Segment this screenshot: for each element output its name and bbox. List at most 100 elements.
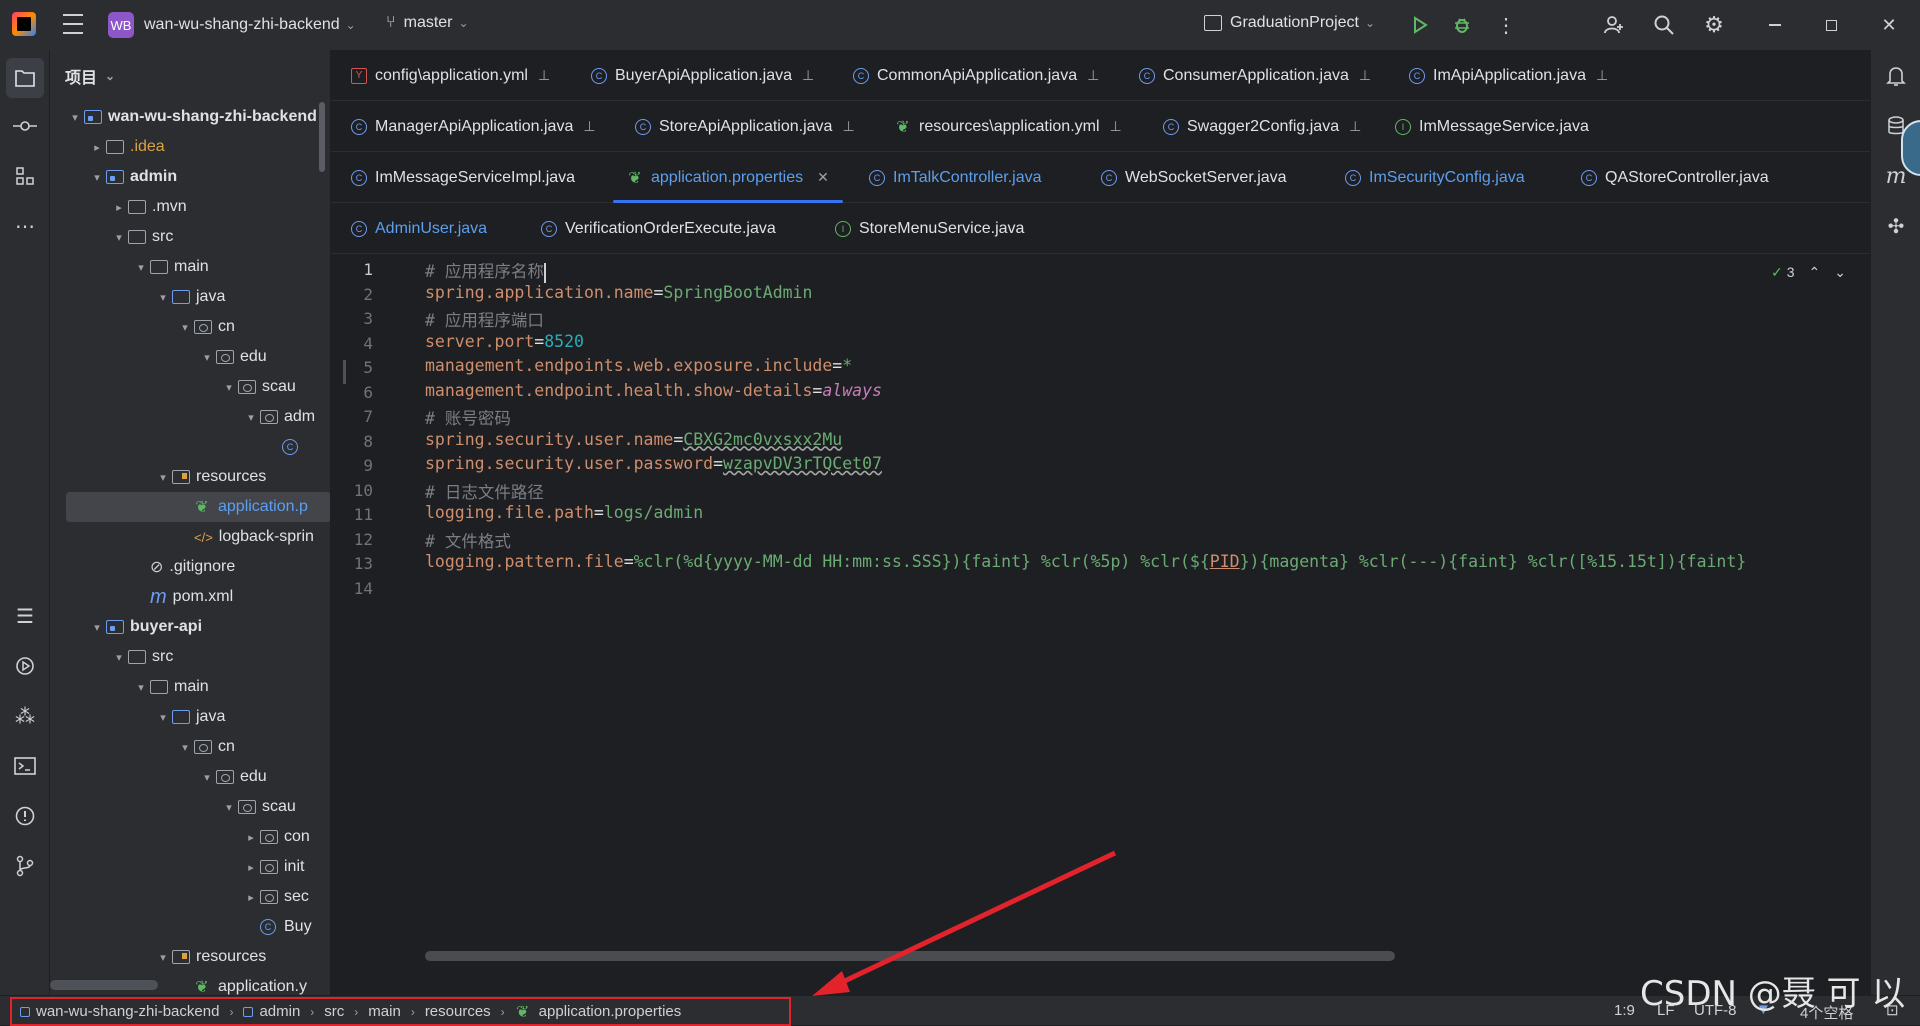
restore-icon[interactable] <box>1816 13 1846 37</box>
tab-config-application-yml[interactable]: Yconfig\application.yml ⊥ <box>351 50 550 101</box>
collapse-arrow-icon[interactable]: ▸ <box>242 831 260 844</box>
tab-websocket-server[interactable]: C WebSocketServer.java <box>1101 152 1287 203</box>
app-logo-icon[interactable] <box>12 12 36 36</box>
more-actions-icon[interactable]: ⋮ <box>1494 13 1518 37</box>
notifications-bell-icon[interactable] <box>1871 56 1920 96</box>
code-line[interactable]: # 文件格式 <box>425 528 511 552</box>
code-line[interactable]: logging.file.path=logs/admin <box>425 503 703 522</box>
pin-icon[interactable]: ⊥ <box>1087 67 1099 84</box>
breadcrumb-item[interactable]: ❦ application.properties <box>515 1003 681 1021</box>
tree-scrollbar[interactable] <box>319 102 325 172</box>
expand-arrow-icon[interactable]: ▾ <box>154 711 172 724</box>
project-selector[interactable]: WB wan-wu-shang-zhi-backend ⌄ <box>108 12 356 38</box>
tree-item[interactable]: ❦ application.p <box>66 492 330 522</box>
collapse-arrow-icon[interactable]: ▸ <box>242 891 260 904</box>
add-user-icon[interactable] <box>1602 13 1626 37</box>
expand-arrow-icon[interactable]: ▾ <box>154 291 172 304</box>
settings-gear-icon[interactable]: ⚙ <box>1702 12 1726 37</box>
code-line[interactable]: # 应用程序端口 <box>425 307 544 331</box>
tree-item[interactable]: ▾ buyer-api <box>50 612 330 642</box>
expand-arrow-icon[interactable]: ▾ <box>132 681 150 694</box>
expand-arrow-icon[interactable]: ▾ <box>88 621 106 634</box>
ai-assistant-icon[interactable]: ✣ <box>1871 206 1920 246</box>
tab-buyer-api-application[interactable]: C BuyerApiApplication.java ⊥ <box>591 50 814 101</box>
tree-item[interactable]: ▸ init <box>50 852 330 882</box>
code-editor[interactable]: 1 2 3 4 5 6 7 8 9 10 11 12 13 14 # 应用程序名称 spring.appli… <box>331 254 1870 964</box>
collapse-arrow-icon[interactable]: ▸ <box>242 861 260 874</box>
pin-icon[interactable]: ⊥ <box>1110 118 1122 135</box>
tree-item[interactable]: ▸ .idea <box>50 132 330 162</box>
inspection-widget[interactable]: ✓ 3 ⌃ ⌄ <box>1771 258 1846 286</box>
tree-item[interactable]: ▾ scau <box>50 792 330 822</box>
expand-arrow-icon[interactable]: ▾ <box>220 801 238 814</box>
expand-arrow-icon[interactable]: ▾ <box>132 261 150 274</box>
tab-application-properties[interactable]: ❦ application.properties ✕ <box>613 152 843 203</box>
tab-resources-application-yml[interactable]: ❦ resources\application.yml ⊥ <box>895 101 1122 152</box>
pin-icon[interactable]: ⊥ <box>802 67 814 84</box>
expand-arrow-icon[interactable]: ▾ <box>66 111 84 124</box>
caret-position[interactable]: 1:9 <box>1614 1002 1635 1019</box>
code-line[interactable]: server.port=8520 <box>425 332 584 351</box>
pin-icon[interactable]: ⊥ <box>1596 67 1608 84</box>
chevron-up-icon[interactable]: ⌃ <box>1809 264 1821 281</box>
tree-item[interactable]: ▾ adm <box>50 402 330 432</box>
breadcrumb-item[interactable]: src <box>324 1003 344 1020</box>
tree-item[interactable]: ⊘ .gitignore <box>50 552 330 582</box>
chevron-down-icon[interactable]: ⌄ <box>1834 264 1846 281</box>
expand-arrow-icon[interactable]: ▾ <box>176 741 194 754</box>
minimize-icon[interactable] <box>1760 13 1790 37</box>
tab-im-security-config[interactable]: C ImSecurityConfig.java <box>1345 152 1525 203</box>
tab-im-message-service[interactable]: I ImMessageService.java <box>1395 101 1589 152</box>
project-panel-header[interactable]: 项目 ⌄ <box>50 50 330 102</box>
code-line[interactable]: # 应用程序名称 <box>425 258 546 283</box>
pin-icon[interactable]: ⊥ <box>1359 67 1371 84</box>
tree-item[interactable]: ▾ wan-wu-shang-zhi-backend <box>50 102 330 132</box>
tab-common-api-application[interactable]: C CommonApiApplication.java ⊥ <box>853 50 1099 101</box>
tree-item[interactable]: C <box>50 432 330 462</box>
tree-item[interactable]: ▾ java <box>50 282 330 312</box>
tab-manager-api-application[interactable]: C ManagerApiApplication.java ⊥ <box>351 101 596 152</box>
tree-item[interactable]: ▾ resources <box>50 942 330 972</box>
tab-verification-order-execute[interactable]: C VerificationOrderExecute.java <box>541 203 776 254</box>
expand-arrow-icon[interactable]: ▾ <box>110 231 128 244</box>
tree-item[interactable]: ▸ sec <box>50 882 330 912</box>
tree-item[interactable]: ▾ src <box>50 222 330 252</box>
code-line[interactable]: spring.application.name=SpringBootAdmin <box>425 283 812 302</box>
expand-arrow-icon[interactable]: ▾ <box>198 351 216 364</box>
expand-arrow-icon[interactable]: ▾ <box>198 771 216 784</box>
tree-item[interactable]: ▸ .mvn <box>50 192 330 222</box>
tab-qa-store-controller[interactable]: C QAStoreController.java <box>1581 152 1769 203</box>
tree-item[interactable]: ▾ main <box>50 672 330 702</box>
code-line[interactable]: # 日志文件路径 <box>425 479 544 503</box>
pin-icon[interactable]: ⊥ <box>583 118 595 135</box>
tab-im-talk-controller[interactable]: C ImTalkController.java <box>869 152 1042 203</box>
tree-item[interactable]: ▸ con <box>50 822 330 852</box>
expand-arrow-icon[interactable]: ▾ <box>154 471 172 484</box>
tree-item[interactable]: ▾ java <box>50 702 330 732</box>
more-tools-icon[interactable]: ⋯ <box>0 206 50 246</box>
debug-icon[interactable] <box>1450 13 1474 37</box>
code-line[interactable]: spring.security.user.name=CBXG2mc0vxsxx2… <box>425 430 842 449</box>
close-tab-icon[interactable]: ✕ <box>817 169 829 186</box>
code-line[interactable]: management.endpoints.web.exposure.includ… <box>425 356 852 375</box>
tree-item[interactable]: </> logback-sprin <box>50 522 330 552</box>
tree-item[interactable]: m pom.xml <box>50 582 330 612</box>
project-tool-icon[interactable] <box>6 58 44 98</box>
expand-arrow-icon[interactable]: ▾ <box>88 171 106 184</box>
pin-icon[interactable]: ⊥ <box>842 118 854 135</box>
tree-hscrollbar[interactable] <box>50 980 158 990</box>
tab-im-message-service-impl[interactable]: C ImMessageServiceImpl.java <box>351 152 575 203</box>
code-line[interactable]: # 账号密码 <box>425 405 511 429</box>
run-icon[interactable] <box>1408 13 1432 37</box>
tree-item[interactable]: C Buy <box>50 912 330 942</box>
build-icon[interactable]: ⁂ <box>0 696 50 736</box>
branch-selector[interactable]: ⑂ master ⌄ <box>386 14 469 32</box>
close-icon[interactable]: ✕ <box>1874 13 1904 37</box>
code-line[interactable]: management.endpoint.health.show-details=… <box>425 381 882 400</box>
tab-swagger2-config[interactable]: C Swagger2Config.java ⊥ <box>1163 101 1361 152</box>
terminal-icon[interactable] <box>0 746 50 786</box>
floating-avatar[interactable] <box>1901 120 1920 176</box>
tree-item[interactable]: ▾ src <box>50 642 330 672</box>
tab-admin-user[interactable]: C AdminUser.java <box>351 203 487 254</box>
expand-arrow-icon[interactable]: ▾ <box>242 411 260 424</box>
